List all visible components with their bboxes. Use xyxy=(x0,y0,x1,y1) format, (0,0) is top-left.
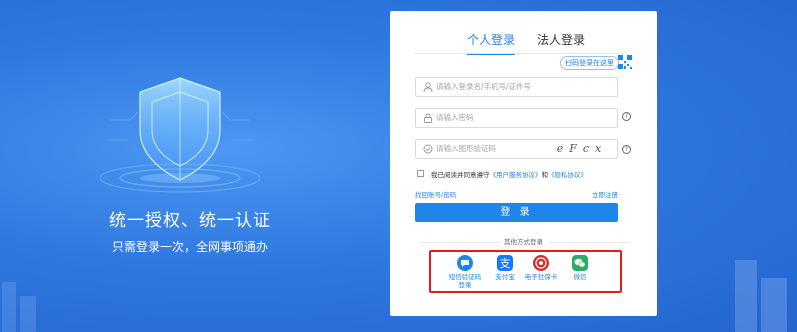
divider-line xyxy=(550,242,630,243)
recover-account-link[interactable]: 找回账号/密码 xyxy=(415,189,456,199)
service-agreement-link[interactable]: 《用户服务协议》 xyxy=(490,171,542,179)
hero-title: 统一授权、统一认证 xyxy=(109,211,271,231)
city-skyline-decoration xyxy=(735,260,787,332)
agreement-prefix: 我已阅读并同意遵守 xyxy=(431,171,490,179)
shield-check-icon xyxy=(423,144,433,154)
svg-text:支: 支 xyxy=(500,257,511,270)
agreement-text: 我已阅读并同意遵守《用户服务协议》和《隐私协议》 xyxy=(431,169,587,179)
wechat-label: 微信 xyxy=(573,273,587,281)
user-icon xyxy=(423,82,433,92)
agreement-checkbox[interactable] xyxy=(417,170,424,177)
city-skyline-decoration xyxy=(2,282,36,332)
password-placeholder: 请输入密码 xyxy=(436,113,474,122)
shield-illustration-icon xyxy=(99,77,261,193)
username-placeholder: 请输入登录名/手机号/证件号 xyxy=(436,82,532,91)
tab-legal-login[interactable]: 法人登录 xyxy=(537,31,585,53)
hero-subtitle: 只需登录一次，全网事项通办 xyxy=(111,240,268,254)
wechat-icon xyxy=(572,255,588,271)
captcha-input[interactable]: 请输入图形验证码 eFcx xyxy=(415,139,618,159)
tabs-divider xyxy=(415,53,618,54)
sms-icon xyxy=(457,255,473,271)
privacy-agreement-link[interactable]: 《隐私协议》 xyxy=(548,171,587,179)
captcha-placeholder: 请输入图形验证码 xyxy=(436,144,496,153)
other-login-title: 其他方式登录 xyxy=(504,238,543,246)
wechat-login-method[interactable]: 微信 xyxy=(557,255,603,281)
alipay-icon: 支 xyxy=(497,255,513,271)
account-links: 找回账号/密码 立即注册 xyxy=(415,189,618,199)
captcha-image[interactable]: eFcx xyxy=(553,141,611,157)
lock-icon xyxy=(424,113,432,123)
register-link[interactable]: 立即注册 xyxy=(592,189,618,199)
tab-personal-login[interactable]: 个人登录 xyxy=(467,31,516,55)
password-input[interactable]: 请输入密码 xyxy=(415,108,618,128)
captcha-help-icon[interactable]: ? xyxy=(622,145,631,154)
qr-login-hint[interactable]: 扫码登录在这里 xyxy=(560,56,619,70)
login-tabs: 个人登录 法人登录 xyxy=(390,31,657,55)
login-button[interactable]: 登 录 xyxy=(415,203,618,222)
username-input[interactable]: 请输入登录名/手机号/证件号 xyxy=(415,77,618,97)
qr-code-icon[interactable] xyxy=(618,55,632,69)
social-security-card-icon xyxy=(533,255,549,271)
password-help-icon[interactable]: ? xyxy=(622,112,631,121)
